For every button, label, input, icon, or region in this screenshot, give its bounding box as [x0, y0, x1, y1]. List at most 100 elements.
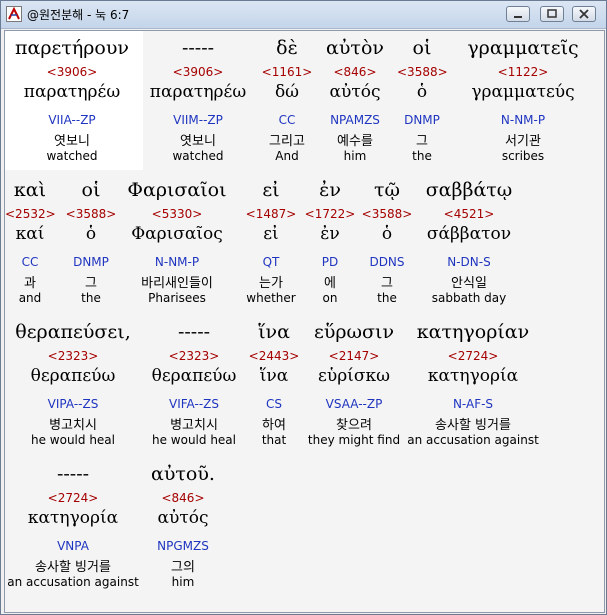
greek-word[interactable]: εἰ — [241, 179, 301, 201]
greek-word[interactable]: ἐν — [303, 179, 357, 201]
strong-number[interactable]: <5330> — [121, 207, 233, 221]
parse-code: CS — [266, 397, 282, 411]
close-button[interactable] — [572, 6, 596, 22]
window-title: @원전분해 - 눅 6:7 — [27, 8, 130, 22]
greek-word[interactable]: οἱ — [397, 37, 447, 59]
maximize-button[interactable] — [540, 6, 564, 22]
minimize-button[interactable] — [506, 6, 530, 22]
greek-word[interactable]: εὕρωσιν — [305, 321, 403, 343]
strong-number[interactable]: <1161> — [261, 65, 313, 79]
korean-gloss: 안식일 — [451, 276, 487, 291]
english-gloss: the — [377, 291, 397, 305]
english-gloss: an accusation against — [7, 575, 139, 589]
english-gloss: scribes — [501, 149, 545, 163]
lemma: εἰ — [263, 224, 279, 244]
greek-word[interactable]: ----- — [7, 463, 139, 485]
strong-number[interactable]: <1487> — [241, 207, 301, 221]
parse-code: QT — [262, 255, 280, 269]
english-gloss: he would heal — [151, 433, 236, 447]
korean-gloss: 그 — [85, 276, 97, 291]
korean-gloss: 엿보니 — [54, 134, 90, 149]
english-gloss: the — [81, 291, 101, 305]
maximize-icon — [547, 9, 557, 18]
korean-gloss: 과 — [24, 276, 36, 291]
greek-word[interactable]: ἵνα — [245, 321, 303, 343]
parse-code: DDNS — [369, 255, 405, 269]
parse-code: NPAMZS — [330, 113, 380, 127]
strong-number[interactable]: <3906> — [7, 65, 137, 79]
english-gloss: and — [18, 291, 42, 305]
korean-gloss: 는가 — [259, 276, 283, 291]
english-gloss: And — [275, 149, 299, 163]
strong-number[interactable]: <846> — [145, 491, 221, 505]
korean-gloss: 그리고 — [269, 134, 305, 149]
korean-gloss: 그의 — [171, 560, 195, 575]
korean-gloss: 하여 — [262, 418, 286, 433]
greek-word[interactable]: αὐτοῦ. — [145, 463, 221, 485]
parse-code: VIIM--ZP — [173, 113, 223, 127]
strong-number[interactable]: <2443> — [245, 349, 303, 363]
strong-number[interactable]: <3588> — [63, 207, 119, 221]
parse-code: PD — [321, 255, 339, 269]
korean-gloss: 엿보니 — [180, 134, 216, 149]
english-gloss: watched — [172, 149, 224, 163]
korean-gloss: 송사할 빙거를 — [35, 560, 111, 575]
parse-code: CC — [278, 113, 296, 127]
parse-code: DNMP — [404, 113, 440, 127]
lemma: Φαρισαῖος — [131, 224, 223, 244]
strong-number[interactable]: <3588> — [397, 65, 448, 79]
parsing-view[interactable]: παρετήρουν <3906> παρατηρέω VIIA--ZP 엿보니… — [4, 30, 605, 613]
greek-word[interactable]: σαββάτῳ — [415, 179, 523, 201]
korean-gloss: 그 — [381, 276, 393, 291]
strong-number[interactable]: <4521> — [415, 207, 523, 221]
english-gloss: him — [343, 149, 367, 163]
strong-number[interactable]: <2323> — [7, 349, 139, 363]
greek-word[interactable]: θεραπεύσει, — [7, 321, 139, 343]
lemma: κατηγορία — [27, 508, 119, 528]
parse-code: VIIA--ZP — [48, 113, 96, 127]
greek-word[interactable]: αὐτὸν — [315, 37, 395, 59]
greek-word[interactable]: οἱ — [63, 179, 119, 201]
strong-number[interactable]: <2147> — [305, 349, 403, 363]
strong-number[interactable]: <3906> — [147, 65, 249, 79]
greek-word[interactable]: ----- — [145, 321, 243, 343]
lemma: αὐτός — [329, 82, 381, 102]
close-icon — [579, 9, 589, 19]
strong-number[interactable]: <1722> — [303, 207, 357, 221]
greek-word[interactable]: ----- — [147, 37, 249, 59]
title-bar[interactable]: @원전분해 - 눅 6:7 — [1, 1, 606, 29]
english-gloss: the — [412, 149, 432, 163]
korean-gloss: 에 — [324, 276, 336, 291]
greek-word[interactable]: παρετήρουν — [7, 37, 137, 59]
english-gloss: an accusation against — [407, 433, 539, 447]
strong-number[interactable]: <1122> — [451, 65, 595, 79]
app-window: @원전분해 - 눅 6:7 παρετήρουν <3906> παρατηρέ… — [0, 0, 607, 615]
greek-word[interactable]: τῷ — [359, 179, 415, 201]
parse-code: N-NM-P — [154, 255, 200, 269]
strong-number[interactable]: <3588> — [359, 207, 415, 221]
parse-code: VNPA — [57, 539, 89, 553]
strong-number[interactable]: <2724> — [7, 491, 139, 505]
english-gloss: sabbath day — [431, 291, 507, 305]
lemma: ὁ — [85, 224, 97, 244]
greek-word[interactable]: γραμματεῖς — [451, 37, 595, 59]
korean-gloss: 서기관 — [505, 134, 541, 149]
parse-code: VIFA--ZS — [169, 397, 219, 411]
parse-code: VIPA--ZS — [47, 397, 99, 411]
greek-word[interactable]: κατηγορίαν — [407, 321, 539, 343]
strong-number[interactable]: <2724> — [407, 349, 539, 363]
english-gloss: that — [261, 433, 287, 447]
lemma: θεραπεύω — [30, 366, 116, 386]
strong-number[interactable]: <2323> — [145, 349, 243, 363]
greek-word[interactable]: καὶ — [5, 179, 55, 201]
greek-word[interactable]: δὲ — [261, 37, 313, 59]
english-gloss: watched — [46, 149, 98, 163]
korean-gloss: 병고치시 — [170, 418, 218, 433]
lemma: παρατηρέω — [149, 82, 247, 102]
strong-number[interactable]: <846> — [315, 65, 395, 79]
greek-word[interactable]: Φαρισαῖοι — [121, 179, 233, 201]
english-gloss: they might find — [307, 433, 401, 447]
lemma: παρατηρέω — [23, 82, 121, 102]
korean-gloss: 예수를 — [337, 134, 373, 149]
strong-number[interactable]: <2532> — [5, 207, 56, 221]
